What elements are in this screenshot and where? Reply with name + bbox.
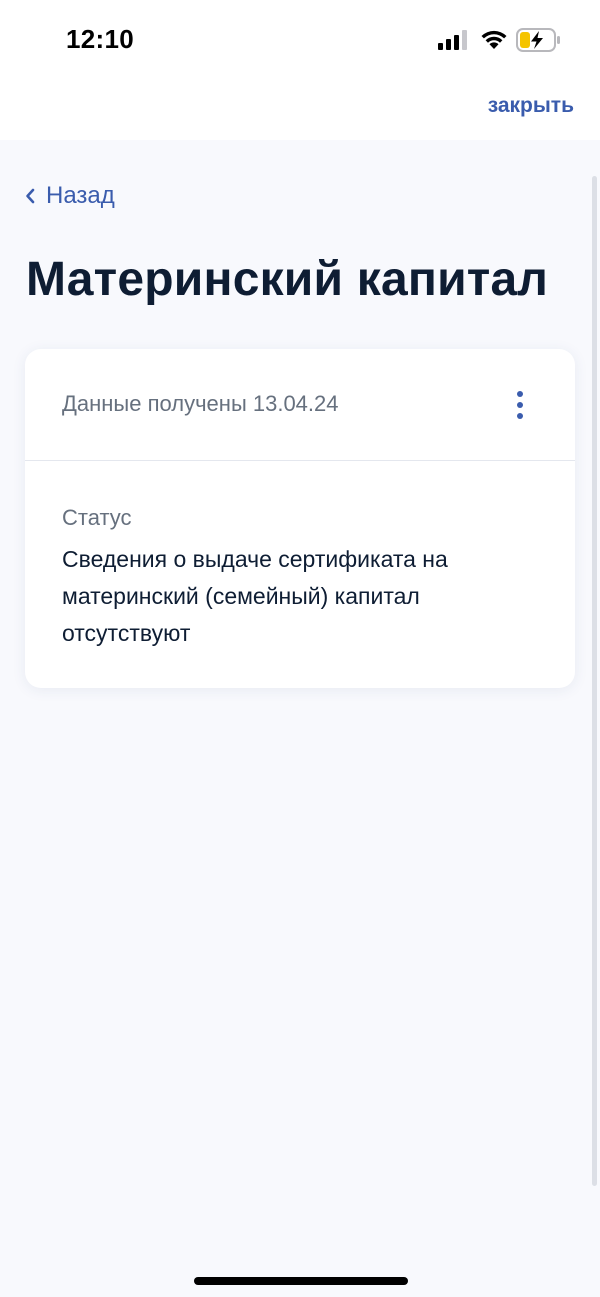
back-link-label: Назад <box>46 182 115 209</box>
status-bar: 12:10 <box>0 0 600 80</box>
data-received-text: Данные получены 13.04.24 <box>62 391 339 416</box>
scrollbar[interactable] <box>592 176 597 1186</box>
chevron-left-icon <box>26 188 35 204</box>
more-dot-icon <box>517 413 523 419</box>
status-time: 12:10 <box>66 24 134 54</box>
card-header: Данные получены 13.04.24 <box>25 349 575 461</box>
top-nav: закрыть <box>0 80 600 140</box>
more-dot-icon <box>517 402 523 408</box>
page-title: Материнский капитал <box>26 253 549 306</box>
battery-charging-icon <box>516 28 560 52</box>
home-indicator[interactable] <box>194 1277 408 1285</box>
more-dot-icon <box>517 391 523 397</box>
screen: 12:10 закрыть Назад Материнский капитал <box>0 0 600 1297</box>
status-value: Сведения о выдаче сертификата на материн… <box>62 546 448 646</box>
close-link[interactable]: закрыть <box>488 94 574 118</box>
wifi-icon <box>481 30 507 49</box>
signal-icon <box>438 30 467 50</box>
back-link[interactable]: Назад <box>24 181 115 211</box>
status-label: Статус <box>62 505 132 530</box>
more-options-button[interactable] <box>505 389 535 421</box>
maternity-capital-card: Данные получены 13.04.24 Статус Сведения… <box>25 349 575 688</box>
